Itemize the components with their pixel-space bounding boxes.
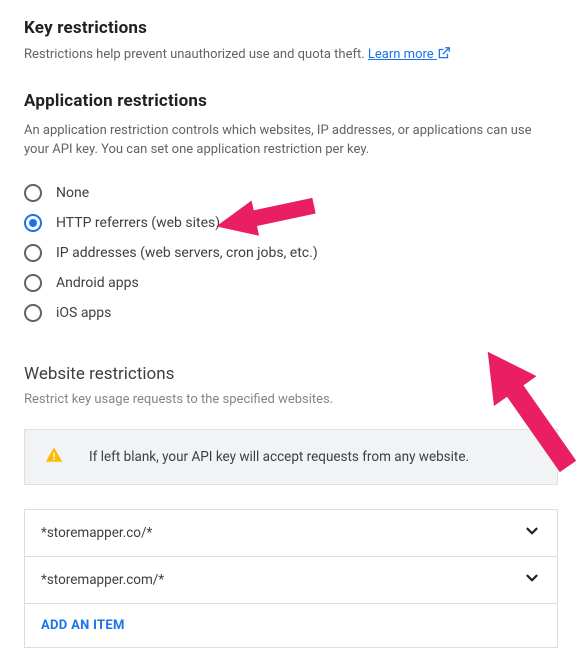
website-restrictions-desc: Restrict key usage requests to the speci… bbox=[24, 392, 558, 407]
chevron-down-icon bbox=[523, 522, 541, 544]
radio-label: None bbox=[56, 185, 89, 201]
chevron-down-icon bbox=[523, 569, 541, 591]
key-restrictions-desc-text: Restrictions help prevent unauthorized u… bbox=[24, 47, 368, 62]
referrer-value: *storemapper.co/* bbox=[41, 525, 152, 541]
radio-label: iOS apps bbox=[56, 305, 111, 321]
key-restrictions-title: Key restrictions bbox=[24, 18, 558, 38]
radio-label: Android apps bbox=[56, 275, 139, 291]
referrer-row[interactable]: *storemapper.co/* bbox=[25, 509, 557, 556]
key-restrictions-desc: Restrictions help prevent unauthorized u… bbox=[24, 46, 558, 67]
app-restrictions-radio-group: None HTTP referrers (web sites) IP addre… bbox=[24, 178, 558, 328]
referrer-row[interactable]: *storemapper.com/* bbox=[25, 556, 557, 603]
radio-none[interactable]: None bbox=[24, 178, 558, 208]
app-restrictions-title: Application restrictions bbox=[24, 91, 558, 111]
referrer-list: *storemapper.co/* *storemapper.com/* ADD… bbox=[24, 509, 558, 648]
radio-icon bbox=[24, 244, 42, 262]
radio-icon bbox=[24, 274, 42, 292]
add-item-button[interactable]: ADD AN ITEM bbox=[25, 603, 557, 647]
website-restrictions-title: Website restrictions bbox=[24, 364, 558, 384]
radio-label: IP addresses (web servers, cron jobs, et… bbox=[56, 245, 318, 261]
warning-icon bbox=[45, 446, 63, 468]
referrer-value: *storemapper.com/* bbox=[41, 572, 164, 588]
notice-text: If left blank, your API key will accept … bbox=[89, 449, 469, 465]
add-item-label: ADD AN ITEM bbox=[41, 618, 125, 633]
learn-more-link[interactable]: Learn more bbox=[368, 47, 451, 62]
radio-android-apps[interactable]: Android apps bbox=[24, 268, 558, 298]
radio-ios-apps[interactable]: iOS apps bbox=[24, 298, 558, 328]
radio-icon bbox=[24, 184, 42, 202]
blank-notice: If left blank, your API key will accept … bbox=[24, 429, 558, 485]
radio-icon bbox=[24, 214, 42, 232]
radio-label: HTTP referrers (web sites) bbox=[56, 215, 220, 231]
learn-more-label: Learn more bbox=[368, 47, 434, 62]
radio-ip-addresses[interactable]: IP addresses (web servers, cron jobs, et… bbox=[24, 238, 558, 268]
app-restrictions-desc: An application restriction controls whic… bbox=[24, 121, 549, 160]
radio-icon bbox=[24, 304, 42, 322]
external-link-icon bbox=[437, 46, 451, 67]
radio-http-referrers[interactable]: HTTP referrers (web sites) bbox=[24, 208, 558, 238]
